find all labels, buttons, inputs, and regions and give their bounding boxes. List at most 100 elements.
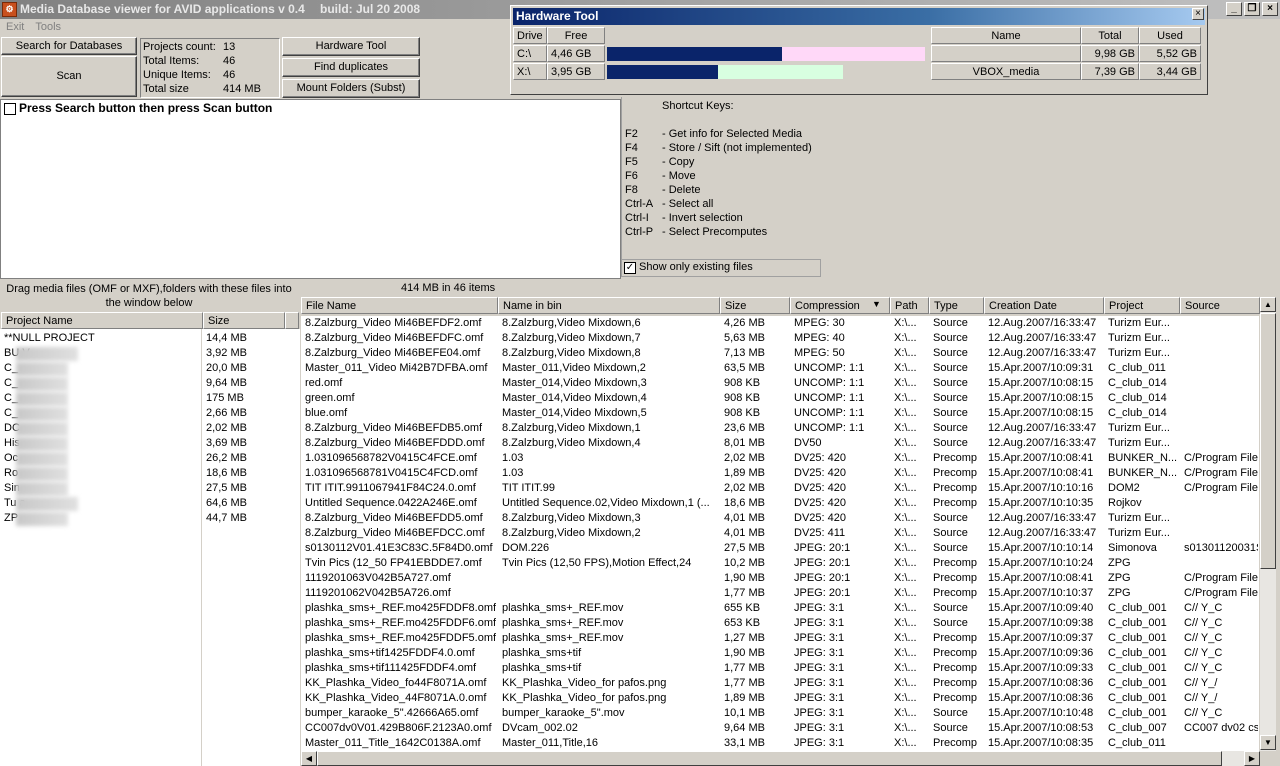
file-row[interactable]: plashka_sms+tif111425FDDF4.omf plashka_sm… — [301, 661, 1259, 676]
file-cell: UNCOMP: 1:1 — [794, 377, 865, 389]
scroll-left-icon[interactable]: ◀ — [301, 751, 317, 766]
file-row[interactable]: 8.Zalzburg_Video Mi46BEFDF2.omf 8.Zalzbur… — [301, 316, 1259, 331]
project-row[interactable]: **NULL PROJECT 14,4 MB — [0, 331, 300, 346]
hardware-tool-button[interactable]: Hardware Tool — [282, 37, 420, 56]
file-cell: Precomp — [933, 587, 978, 599]
file-cell: 8.Zalzburg,Video Mixdown,3 — [502, 512, 641, 524]
file-cell: DOM.226 — [502, 542, 550, 554]
file-cell: plashka_sms+tif111425FDDF4.omf — [305, 662, 477, 674]
file-row[interactable]: 1119201062V042B5A726.omf 1,77 MB JPEG: 20:… — [301, 586, 1259, 601]
file-row[interactable]: blue.omf Master_014,Video Mixdown,5 908 KB… — [301, 406, 1259, 421]
column-header[interactable]: Path — [890, 297, 929, 314]
file-cell: Master_011_Title_1642C0138A.omf — [305, 737, 481, 749]
file-cell: Source — [933, 377, 968, 389]
file-cell: JPEG: 3:1 — [794, 707, 845, 719]
restore-icon[interactable]: ❐ — [1244, 2, 1260, 16]
project-name-header[interactable]: Project Name — [1, 312, 203, 329]
file-row[interactable]: Tvin Pics (12_50 FP41EBDDE7.omf Tvin Pics… — [301, 556, 1259, 571]
close-icon[interactable]: × — [1192, 8, 1204, 20]
volume-name-header[interactable]: Name — [931, 27, 1081, 44]
file-cell: Source — [933, 542, 968, 554]
file-row[interactable]: CC007dv0V01.429B806F.2123A0.omf DVcam_002… — [301, 721, 1259, 736]
file-cell: 2,02 MB — [724, 482, 765, 494]
file-cell: 15.Apr.2007/10:08:41 — [988, 572, 1094, 584]
drive-header[interactable]: Drive — [513, 27, 547, 44]
file-cell: X:\... — [894, 737, 917, 749]
unique-items-label: Unique Items: — [143, 69, 211, 81]
file-cell: plashka_sms+tif — [502, 647, 582, 659]
shortcut-key: F6 — [625, 170, 638, 182]
total-size-label: Total size — [143, 83, 189, 95]
vertical-scrollbar[interactable]: ▲ ▼ — [1260, 297, 1276, 751]
file-row[interactable]: 8.Zalzburg_Video Mi46BEFDCC.omf 8.Zalzbur… — [301, 526, 1259, 541]
file-row[interactable]: KK_Plashka_Video_44F8071A.0.omf KK_Plashk… — [301, 691, 1259, 706]
file-cell: KK_Plashka_Video_fo44F8071A.omf — [305, 677, 487, 689]
menu-exit[interactable]: Exit — [0, 19, 29, 36]
file-cell: 15.Apr.2007/10:08:53 — [988, 722, 1094, 734]
file-row[interactable]: 8.Zalzburg_Video Mi46BEFDDD.omf 8.Zalzbur… — [301, 436, 1259, 451]
file-row[interactable]: plashka_sms+_REF.mo425FDDF6.omf plashka_s… — [301, 616, 1259, 631]
project-size: 175 MB — [206, 392, 244, 404]
find-duplicates-button[interactable]: Find duplicates — [282, 58, 420, 77]
file-row[interactable]: 1.031096568782V0415C4FCE.omf 1.03 2,02 MB D… — [301, 451, 1259, 466]
existing-files-checkbox[interactable]: ✓ — [624, 262, 636, 274]
file-cell: Turizm Eur... — [1108, 332, 1170, 344]
hardware-tool-title: Hardware Tool — [513, 8, 1205, 25]
column-header[interactable]: Type — [929, 297, 984, 314]
scan-button[interactable]: Scan — [1, 56, 137, 97]
column-header[interactable]: Creation Date — [984, 297, 1104, 314]
file-cell: DV25: 420 — [794, 482, 846, 494]
scroll-right-icon[interactable]: ▶ — [1244, 751, 1260, 766]
file-row[interactable]: plashka_sms+_REF.mo425FDDF8.omf plashka_s… — [301, 601, 1259, 616]
file-cell: Precomp — [933, 452, 978, 464]
file-row[interactable]: 8.Zalzburg_Video Mi46BEFE04.omf 8.Zalzbur… — [301, 346, 1259, 361]
file-row[interactable]: s0130112V01.41E3C83C.5F84D0.omf DOM.226 27… — [301, 541, 1259, 556]
minimize-icon[interactable]: _ — [1226, 2, 1242, 16]
message-checkbox[interactable] — [4, 103, 16, 115]
volume-total-header[interactable]: Total — [1081, 27, 1139, 44]
mount-folders-button[interactable]: Mount Folders (Subst) — [282, 79, 420, 98]
redaction-blur — [16, 347, 78, 361]
file-row[interactable]: bumper_karaoke_5".42666A65.omf bumper_kar… — [301, 706, 1259, 721]
projects-count-value: 13 — [223, 41, 236, 53]
menu-tools[interactable]: Tools — [29, 19, 66, 36]
file-row[interactable]: 8.Zalzburg_Video Mi46BEFDB5.omf 8.Zalzbur… — [301, 421, 1259, 436]
file-row[interactable]: Master_011_Video Mi42B7DFBA.omf Master_01… — [301, 361, 1259, 376]
scroll-down-icon[interactable]: ▼ — [1260, 735, 1276, 750]
file-cell: Source — [933, 362, 968, 374]
close-icon[interactable]: × — [1262, 2, 1278, 16]
file-row[interactable]: Master_011_Title_1642C0138A.omf Master_01… — [301, 736, 1259, 751]
horizontal-scrollbar[interactable]: ◀ ▶ — [301, 751, 1260, 766]
column-header[interactable]: Project — [1104, 297, 1180, 314]
column-header[interactable]: Name in bin — [498, 297, 720, 314]
file-cell: MPEG: 30 — [794, 317, 845, 329]
file-row[interactable]: green.omf Master_014,Video Mixdown,4 908 K… — [301, 391, 1259, 406]
project-size-header[interactable]: Size — [203, 312, 285, 329]
file-row[interactable]: 8.Zalzburg_Video Mi46BEFDFC.omf 8.Zalzbur… — [301, 331, 1259, 346]
window-title: Media Database viewer for AVID applicati… — [20, 2, 305, 16]
scroll-thumb[interactable] — [1260, 313, 1276, 569]
file-row[interactable]: Untitled Sequence.0422A246E.omf Untitled … — [301, 496, 1259, 511]
project-size: 27,5 MB — [206, 482, 247, 494]
file-row[interactable]: KK_Plashka_Video_fo44F8071A.omf KK_Plashk… — [301, 676, 1259, 691]
file-row[interactable]: red.omf Master_014,Video Mixdown,3 908 KB U… — [301, 376, 1259, 391]
file-cell: DV25: 420 — [794, 467, 846, 479]
column-header[interactable]: Size — [720, 297, 790, 314]
search-databases-button[interactable]: Search for Databases — [1, 37, 137, 55]
column-header[interactable]: Source — [1180, 297, 1260, 314]
file-row[interactable]: plashka_sms+tif1425FDDF4.0.omf plashka_sm… — [301, 646, 1259, 661]
file-row[interactable]: TIT ITIT.9911067941F84C24.0.omf TIT ITIT.… — [301, 481, 1259, 496]
file-cell: 8.Zalzburg_Video Mi46BEFDD5.omf — [305, 512, 483, 524]
file-cell: 1,77 MB — [724, 677, 765, 689]
volume-used-header[interactable]: Used — [1139, 27, 1201, 44]
file-cell: 8.Zalzburg,Video Mixdown,6 — [502, 317, 641, 329]
file-row[interactable]: 1119201063V042B5A727.omf 1,90 MB JPEG: 20:… — [301, 571, 1259, 586]
file-row[interactable]: plashka_sms+_REF.mo425FDDF5.omf plashka_s… — [301, 631, 1259, 646]
file-cell: X:\... — [894, 572, 917, 584]
scroll-up-icon[interactable]: ▲ — [1260, 297, 1276, 312]
file-row[interactable]: 8.Zalzburg_Video Mi46BEFDD5.omf 8.Zalzbur… — [301, 511, 1259, 526]
column-header[interactable]: File Name — [301, 297, 498, 314]
free-header[interactable]: Free — [547, 27, 605, 44]
hscroll-thumb[interactable] — [317, 751, 1222, 766]
file-row[interactable]: 1.031096568781V0415C4FCD.omf 1.03 1,89 MB D… — [301, 466, 1259, 481]
